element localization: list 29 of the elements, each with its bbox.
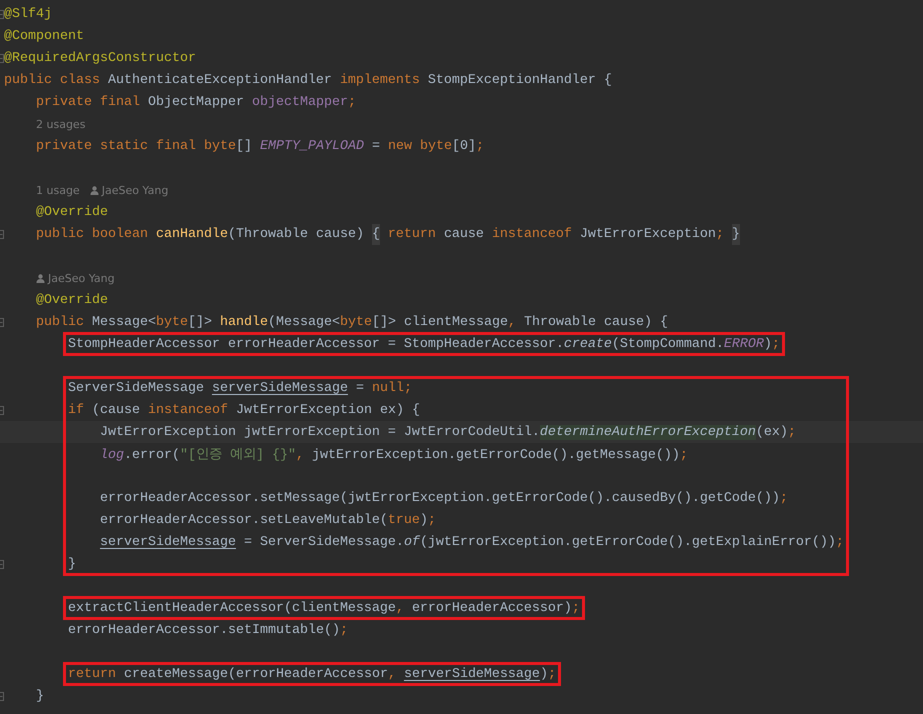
code-line: } [35, 688, 44, 704]
author-hint[interactable]: JaeSeo Yang [48, 272, 115, 284]
code-line: @Override [35, 292, 108, 308]
code-line: @RequiredArgsConstructor [4, 50, 196, 66]
code-line: } [67, 556, 76, 572]
code-line: ServerSideMessage serverSideMessage = null; [67, 380, 412, 396]
code-line: errorHeaderAccessor.setImmutable(); [67, 622, 348, 638]
code-line: StompHeaderAccessor errorHeaderAccessor = StompHeaderAccessor.create(StompCommand.ERROR); [67, 336, 780, 352]
code-line: log.error("[인증 예외] {}", jwtErrorException.getErrorCode().getMessage()); [98, 446, 688, 463]
person-icon [90, 186, 99, 194]
code-line: @Override [35, 204, 108, 220]
code-line: private final ObjectMapper objectMapper; [35, 94, 356, 110]
person-icon [36, 274, 45, 282]
author-hint[interactable]: JaeSeo Yang [102, 184, 168, 196]
code-line: if (cause instanceof JwtErrorException ex) { [67, 402, 420, 418]
code-line: @Component [4, 28, 84, 44]
code-line: errorHeaderAccessor.setLeaveMutable(true); [98, 512, 436, 528]
code-line: return createMessage(errorHeaderAccessor, serverSideMessage); [67, 666, 556, 682]
code-line: serverSideMessage = ServerSideMessage.of(jwtErrorException.getErrorCode().getExplainError()); [98, 534, 844, 550]
code-line: public Message<byte[]> handle(Message<byte[]> clientMessage, Throwable cause) { [35, 314, 668, 330]
code-line: @Slf4j [4, 6, 52, 22]
code-line: public boolean canHandle(Throwable cause) { return cause instanceof JwtErrorException; } [4, 226, 740, 242]
code-line: public class AuthenticateExceptionHandler implements StompExceptionHandler { [4, 72, 612, 88]
code-line: JwtErrorException jwtErrorException = JwtErrorCodeUtil.determineAuthErrorException(ex); [98, 424, 796, 440]
usage-hint[interactable]: 2 usages [36, 118, 86, 130]
code-line: errorHeaderAccessor.setMessage(jwtErrorException.getErrorCode().causedBy().getCode()); [98, 490, 788, 506]
code-line: private static final byte[] EMPTY_PAYLOAD = new byte[0]; [35, 138, 484, 154]
usage-hint[interactable]: 1 usage [36, 184, 80, 196]
code-line: extractClientHeaderAccessor(clientMessage, errorHeaderAccessor); [67, 600, 580, 616]
